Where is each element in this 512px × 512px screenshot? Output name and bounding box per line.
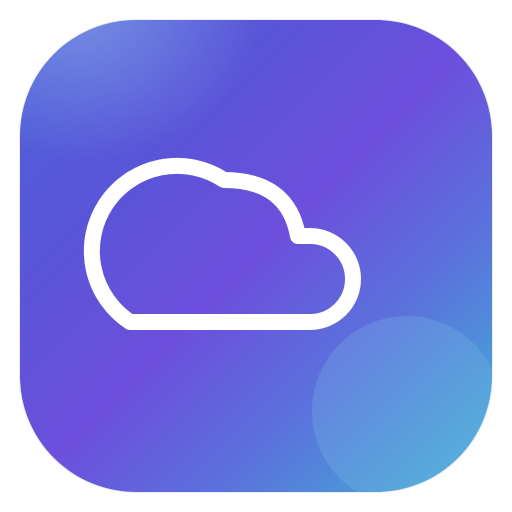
cloud-icon [83,157,361,330]
canvas [0,0,512,512]
app-icon-tile[interactable] [20,20,492,492]
